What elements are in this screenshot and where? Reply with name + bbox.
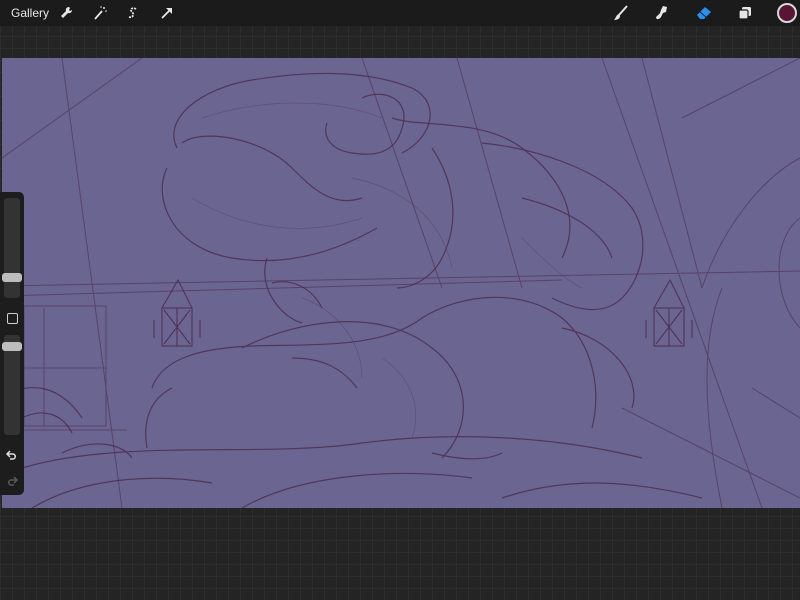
brush-size-slider-thumb[interactable]	[2, 273, 22, 282]
drawing-canvas[interactable]	[2, 58, 800, 508]
brush-icon[interactable]	[613, 5, 629, 21]
opacity-slider-thumb[interactable]	[2, 342, 22, 351]
left-sidebar	[0, 192, 24, 495]
redo-icon[interactable]	[5, 474, 19, 488]
selection-s-icon[interactable]	[125, 5, 141, 21]
top-toolbar: Gallery	[0, 0, 800, 26]
modify-button[interactable]	[7, 313, 18, 324]
brush-size-slider[interactable]	[4, 198, 20, 298]
magic-wand-icon[interactable]	[92, 5, 108, 21]
transform-arrow-icon[interactable]	[159, 5, 175, 21]
eraser-icon[interactable]	[696, 5, 712, 21]
gallery-button[interactable]: Gallery	[11, 6, 49, 20]
smudge-icon[interactable]	[654, 5, 670, 21]
color-picker[interactable]	[777, 3, 797, 23]
wrench-icon[interactable]	[58, 5, 74, 21]
undo-icon[interactable]	[5, 448, 19, 462]
layers-icon[interactable]	[737, 5, 753, 21]
